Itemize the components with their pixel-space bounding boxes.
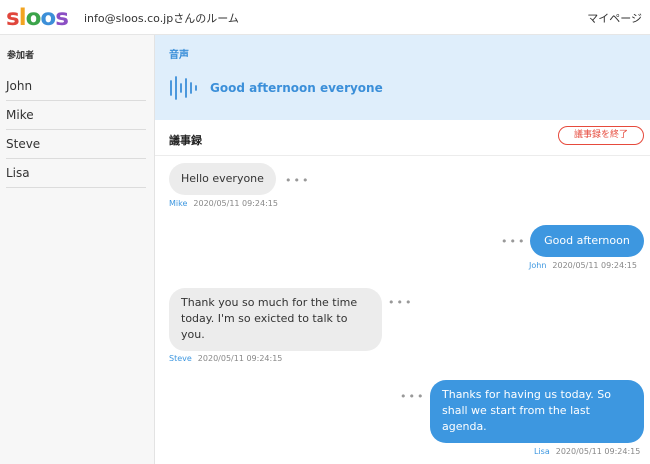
message-meta: Lisa 2020/05/11 09:24:15	[534, 447, 640, 456]
mypage-link[interactable]: マイページ	[587, 10, 642, 26]
logo-letter: s	[6, 5, 20, 31]
voice-label: 音声	[169, 50, 189, 61]
timestamp: 2020/05/11 09:24:15	[197, 354, 283, 363]
speaker-name: Lisa	[534, 447, 550, 456]
message-meta: Steve 2020/05/11 09:24:15	[169, 354, 282, 363]
message-line: Thank you so much for the time	[181, 296, 358, 309]
message-text: Good afternoon	[544, 234, 630, 247]
message-line: agenda.	[442, 420, 487, 433]
voice-transcript: Good afternoon everyone	[210, 81, 383, 95]
message-bubble: Thanks for having us today. So shall we …	[430, 380, 644, 443]
timestamp: 2020/05/11 09:24:15	[555, 447, 641, 456]
message-line: you.	[181, 328, 205, 341]
message-line: Thanks for having us today. So	[442, 388, 611, 401]
message-bubble: Hello everyone	[169, 163, 276, 195]
more-options-icon[interactable]: •••	[501, 236, 526, 247]
message-meta: Mike 2020/05/11 09:24:15	[169, 199, 278, 208]
more-options-icon[interactable]: •••	[388, 297, 413, 308]
participant-item[interactable]: Steve	[6, 130, 146, 159]
message-bubble: Thank you so much for the time today. I'…	[169, 288, 382, 351]
logo-letter: s	[55, 5, 69, 31]
more-options-icon[interactable]: •••	[400, 391, 425, 402]
timestamp: 2020/05/11 09:24:15	[552, 261, 637, 270]
logo-letter: o	[40, 5, 56, 31]
logo-letter: o	[25, 5, 42, 31]
room-title: info@sloos.co.jpさんのルーム	[84, 12, 239, 25]
top-bar: sloos info@sloos.co.jpさんのルーム マイページ	[0, 0, 650, 35]
participant-item[interactable]: Mike	[6, 101, 146, 130]
speaker-name: Mike	[169, 199, 188, 208]
participant-list: John Mike Steve Lisa	[6, 72, 146, 188]
speaker-name: Steve	[169, 354, 192, 363]
minutes-title: 議事録	[169, 134, 202, 147]
sound-wave-icon	[170, 76, 197, 100]
participants-heading: 参加者	[7, 51, 35, 61]
participant-item[interactable]: John	[6, 72, 146, 101]
timestamp: 2020/05/11 09:24:15	[193, 199, 278, 208]
speaker-name: John	[529, 261, 547, 270]
app-logo[interactable]: sloos	[6, 5, 69, 31]
message-text: Hello everyone	[181, 172, 264, 185]
message-meta: John 2020/05/11 09:24:15	[529, 261, 637, 270]
message-bubble: Good afternoon	[530, 225, 644, 257]
message-line: shall we start from the last	[442, 404, 590, 417]
participants-sidebar: 参加者 John Mike Steve Lisa	[0, 35, 155, 464]
message-line: today. I'm so exicted to talk to	[181, 312, 348, 325]
voice-panel: 音声 Good afternoon everyone	[155, 35, 650, 120]
minutes-header: 議事録 議事録を終了	[155, 120, 650, 156]
main-panel: 音声 Good afternoon everyone 議事録 議事録を終了 He…	[155, 35, 650, 464]
participant-item[interactable]: Lisa	[6, 159, 146, 188]
logo-letter: l	[18, 5, 27, 31]
more-options-icon[interactable]: •••	[285, 175, 310, 186]
end-minutes-button[interactable]: 議事録を終了	[558, 126, 644, 145]
